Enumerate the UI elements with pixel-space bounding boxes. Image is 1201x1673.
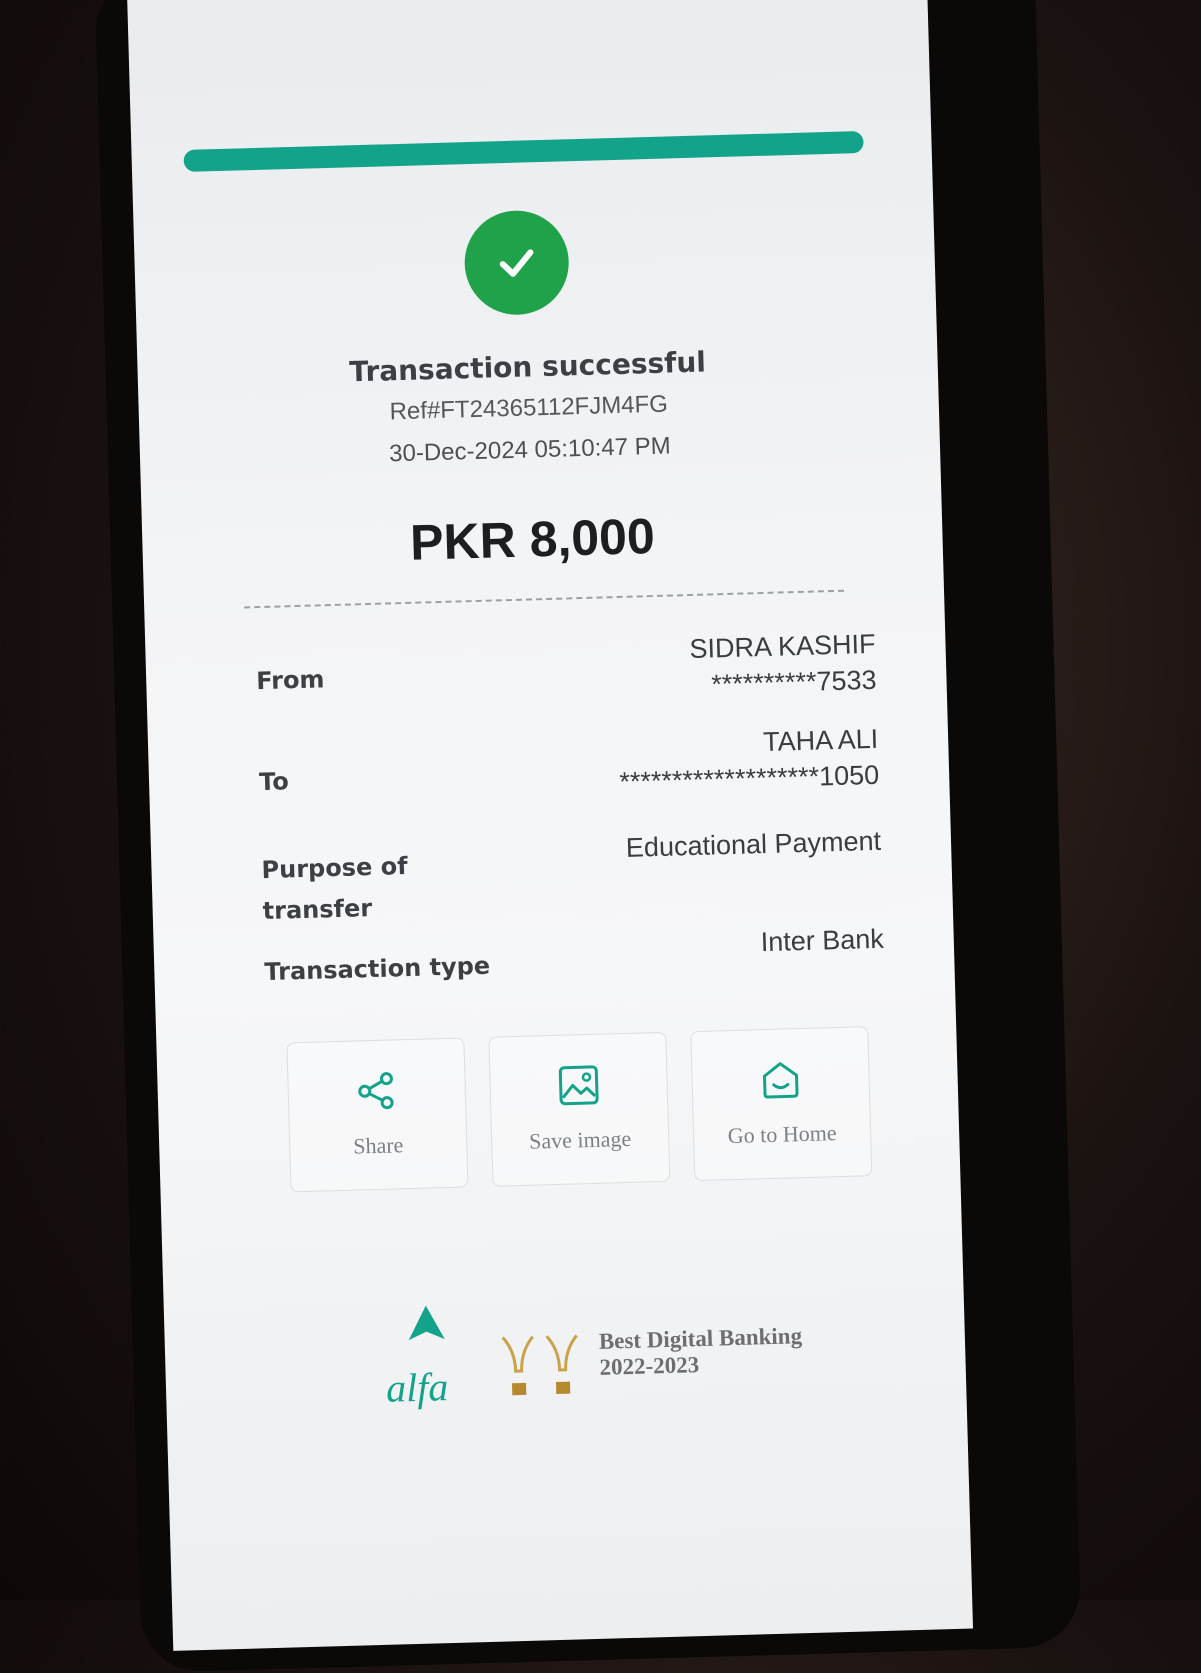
transaction-datetime: 30-Dec-2024 05:10:47 PM (388, 432, 672, 468)
save-image-label: Save image (528, 1125, 632, 1154)
alfa-logo-icon (406, 1303, 447, 1348)
share-label: Share (352, 1132, 404, 1159)
share-icon (288, 1066, 465, 1117)
from-name: SIDRA KASHIF (689, 628, 876, 665)
to-label: To (258, 767, 290, 797)
transaction-type-value: Inter Bank (760, 923, 885, 958)
go-home-button[interactable]: Go to Home (690, 1026, 873, 1182)
success-check-icon (463, 209, 571, 317)
receipt-top-bar (183, 130, 864, 172)
home-icon (692, 1055, 869, 1106)
receipt-screen: Transaction successful Ref#FT24365112FJM… (126, 0, 974, 1651)
from-account: **********7533 (711, 665, 877, 700)
transaction-type-row: Transaction type Inter Bank (263, 921, 884, 998)
trophy-icon (495, 1329, 587, 1405)
transaction-amount: PKR 8,000 (409, 507, 656, 571)
action-buttons: Share Save image Go to Home (286, 1026, 890, 1193)
purpose-row: Purpose of transfer Educational Payment (261, 823, 883, 930)
purpose-label: Purpose of transfer (261, 846, 409, 932)
share-button[interactable]: Share (286, 1037, 469, 1193)
to-row: To TAHA ALI *******************1050 (258, 721, 880, 833)
award-text: Best Digital Banking 2022-2023 (599, 1323, 804, 1382)
purpose-value: Educational Payment (625, 825, 882, 863)
divider (244, 589, 845, 609)
purpose-label-line2: transfer (262, 893, 373, 925)
transaction-type-label: Transaction type (264, 951, 491, 987)
to-details: TAHA ALI *******************1050 (618, 721, 880, 801)
purpose-label-line1: Purpose of (261, 852, 408, 885)
image-icon (490, 1061, 667, 1112)
from-label: From (255, 665, 325, 696)
to-account: *******************1050 (619, 760, 880, 798)
from-details: SIDRA KASHIF **********7533 (689, 626, 877, 704)
save-image-button[interactable]: Save image (488, 1031, 671, 1187)
go-home-label: Go to Home (727, 1120, 837, 1149)
alfa-logo-text: alfa (385, 1364, 449, 1411)
footer-branding: alfa Best Digital Banking 2022-2023 (384, 1291, 867, 1414)
from-row: From SIDRA KASHIF **********7533 (255, 626, 877, 733)
award-line2: 2022-2023 (599, 1352, 700, 1381)
